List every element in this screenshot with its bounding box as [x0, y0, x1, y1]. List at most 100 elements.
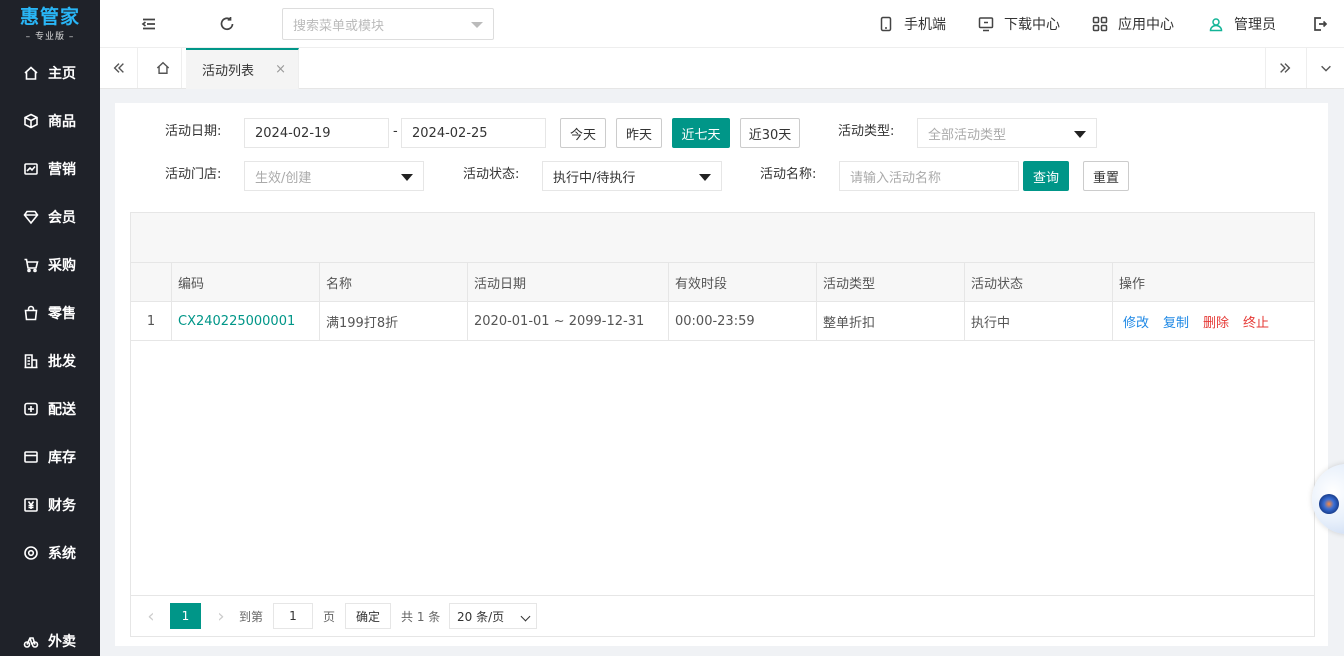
row-status: 执行中 — [965, 302, 1113, 340]
close-icon[interactable]: × — [275, 62, 286, 77]
edit-button[interactable]: 修改 — [1123, 312, 1149, 331]
apps-grid-icon — [1092, 16, 1108, 32]
pagination: ‹ 1 › 到第 1 页 确定 共 1 条 20 条/页 — [131, 595, 1314, 636]
row-period: 00:00-23:59 — [669, 302, 817, 340]
logout-icon[interactable] — [1310, 14, 1330, 34]
sidebar-item-label: 主页 — [48, 66, 76, 82]
goto-label: 到第 — [239, 609, 264, 624]
sidebar-item-wholesale[interactable]: 批发 — [0, 341, 100, 381]
store-label: 活动门店: — [165, 167, 222, 182]
yuan-icon — [22, 497, 39, 514]
logo: 惠管家 – 专业版 – — [0, 0, 100, 48]
user-menu[interactable]: 管理员 — [1208, 0, 1276, 48]
bag-icon — [22, 305, 39, 322]
sidebar-item-finance[interactable]: 财务 — [0, 485, 100, 525]
sidebar-item-home[interactable]: 主页 — [0, 53, 100, 93]
today-button[interactable]: 今天 — [560, 118, 606, 148]
date-start-input[interactable]: 2024-02-19 — [244, 118, 389, 148]
cart-icon — [22, 257, 39, 274]
sidebar-item-marketing[interactable]: 营销 — [0, 149, 100, 189]
tabs-menu-button[interactable] — [1306, 48, 1344, 88]
goto-page-input[interactable]: 1 — [273, 603, 313, 629]
activity-name-input[interactable]: 请输入活动名称 — [839, 161, 1019, 191]
chart-icon — [22, 161, 39, 178]
apps-label: 应用中心 — [1118, 17, 1174, 33]
sidebar-item-retail[interactable]: 零售 — [0, 293, 100, 333]
activity-type-value: 全部活动类型 — [928, 127, 1007, 143]
user-name: 管理员 — [1234, 17, 1276, 33]
app-center-link[interactable]: 应用中心 — [1092, 0, 1174, 48]
search-placeholder: 搜索菜单或模块 — [293, 18, 385, 34]
inventory-icon — [22, 449, 39, 466]
sidebar-item-label: 配送 — [48, 402, 76, 418]
query-button[interactable]: 查询 — [1023, 161, 1069, 191]
mobile-link[interactable]: 手机端 — [878, 0, 946, 48]
type-label: 活动类型: — [838, 124, 895, 139]
table-header-row: 编码 名称 活动日期 有效时段 活动类型 活动状态 操作 — [131, 263, 1314, 302]
name-label: 活动名称: — [760, 167, 817, 182]
last-30-days-button[interactable]: 近30天 — [740, 118, 800, 148]
logo-title: 惠管家 — [19, 5, 80, 28]
home-tab[interactable] — [144, 48, 182, 88]
tabs-bar: 活动列表 × — [100, 48, 1344, 89]
sidebar-item-purchase[interactable]: 采购 — [0, 245, 100, 285]
sidebar-item-inventory[interactable]: 库存 — [0, 437, 100, 477]
sidebar-item-label: 外卖 — [48, 634, 76, 650]
sidebar-item-label: 财务 — [48, 498, 76, 514]
status-select[interactable]: 执行中/待执行 — [542, 161, 722, 191]
chevron-down-icon — [520, 611, 531, 622]
status-label: 活动状态: — [463, 167, 520, 182]
prev-page-button[interactable]: ‹ — [143, 603, 159, 629]
settings-icon — [22, 545, 39, 562]
row-index: 1 — [131, 302, 172, 340]
store-select[interactable]: 生效/创建 — [244, 161, 424, 191]
building-icon — [22, 353, 39, 370]
menu-collapse-icon[interactable] — [139, 14, 159, 34]
download-center-link[interactable]: 下载中心 — [978, 0, 1060, 48]
row-code-link[interactable]: CX240225000001 — [172, 302, 320, 340]
sidebar-item-takeout[interactable]: 外卖 — [0, 621, 100, 656]
row-name: 满199打8折 — [320, 302, 468, 340]
sidebar-item-members[interactable]: 会员 — [0, 197, 100, 237]
terminate-button[interactable]: 终止 — [1243, 312, 1269, 331]
bike-icon — [22, 633, 39, 650]
header-period: 有效时段 — [669, 263, 817, 301]
reset-button[interactable]: 重置 — [1083, 161, 1129, 191]
date-label: 活动日期: — [165, 124, 222, 139]
sidebar-item-label: 营销 — [48, 162, 76, 178]
header-code: 编码 — [172, 263, 320, 301]
goto-confirm-button[interactable]: 确定 — [345, 603, 391, 629]
next-page-button[interactable]: › — [213, 603, 229, 629]
menu-search-input[interactable]: 搜索菜单或模块 — [282, 8, 494, 40]
activity-type-select[interactable]: 全部活动类型 — [917, 118, 1097, 148]
chevron-down-icon — [471, 22, 483, 28]
page-size-select[interactable]: 20 条/页 — [449, 603, 537, 629]
delivery-icon — [22, 401, 39, 418]
row-type: 整单折扣 — [817, 302, 965, 340]
home-icon — [22, 65, 39, 82]
sidebar-item-products[interactable]: 商品 — [0, 101, 100, 141]
mobile-icon — [880, 16, 892, 32]
sidebar-item-system[interactable]: 系统 — [0, 533, 100, 573]
current-page[interactable]: 1 — [170, 603, 201, 629]
total-count: 共 1 条 — [401, 609, 441, 624]
activity-table: 编码 名称 活动日期 有效时段 活动类型 活动状态 操作 1 CX2402250… — [130, 212, 1315, 637]
refresh-icon[interactable] — [217, 14, 237, 34]
header-index — [131, 263, 172, 301]
sidebar-item-delivery[interactable]: 配送 — [0, 389, 100, 429]
tab-activity-list[interactable]: 活动列表 × — [186, 48, 299, 89]
date-end-input[interactable]: 2024-02-25 — [401, 118, 546, 148]
double-chevron-left-icon — [113, 63, 124, 73]
diamond-icon — [22, 209, 39, 226]
tab-label: 活动列表 — [202, 64, 255, 79]
tabs-scroll-right-button[interactable] — [1265, 48, 1303, 88]
tabs-scroll-left-button[interactable] — [100, 48, 138, 88]
yesterday-button[interactable]: 昨天 — [616, 118, 662, 148]
last-7-days-button[interactable]: 近七天 — [672, 118, 730, 148]
copy-button[interactable]: 复制 — [1163, 312, 1189, 331]
sidebar-item-label: 系统 — [48, 546, 76, 562]
delete-button[interactable]: 删除 — [1203, 312, 1229, 331]
mobile-label: 手机端 — [904, 17, 946, 33]
chevron-down-icon — [699, 174, 711, 181]
table-row: 1 CX240225000001 满199打8折 2020-01-01 ~ 20… — [131, 302, 1314, 341]
